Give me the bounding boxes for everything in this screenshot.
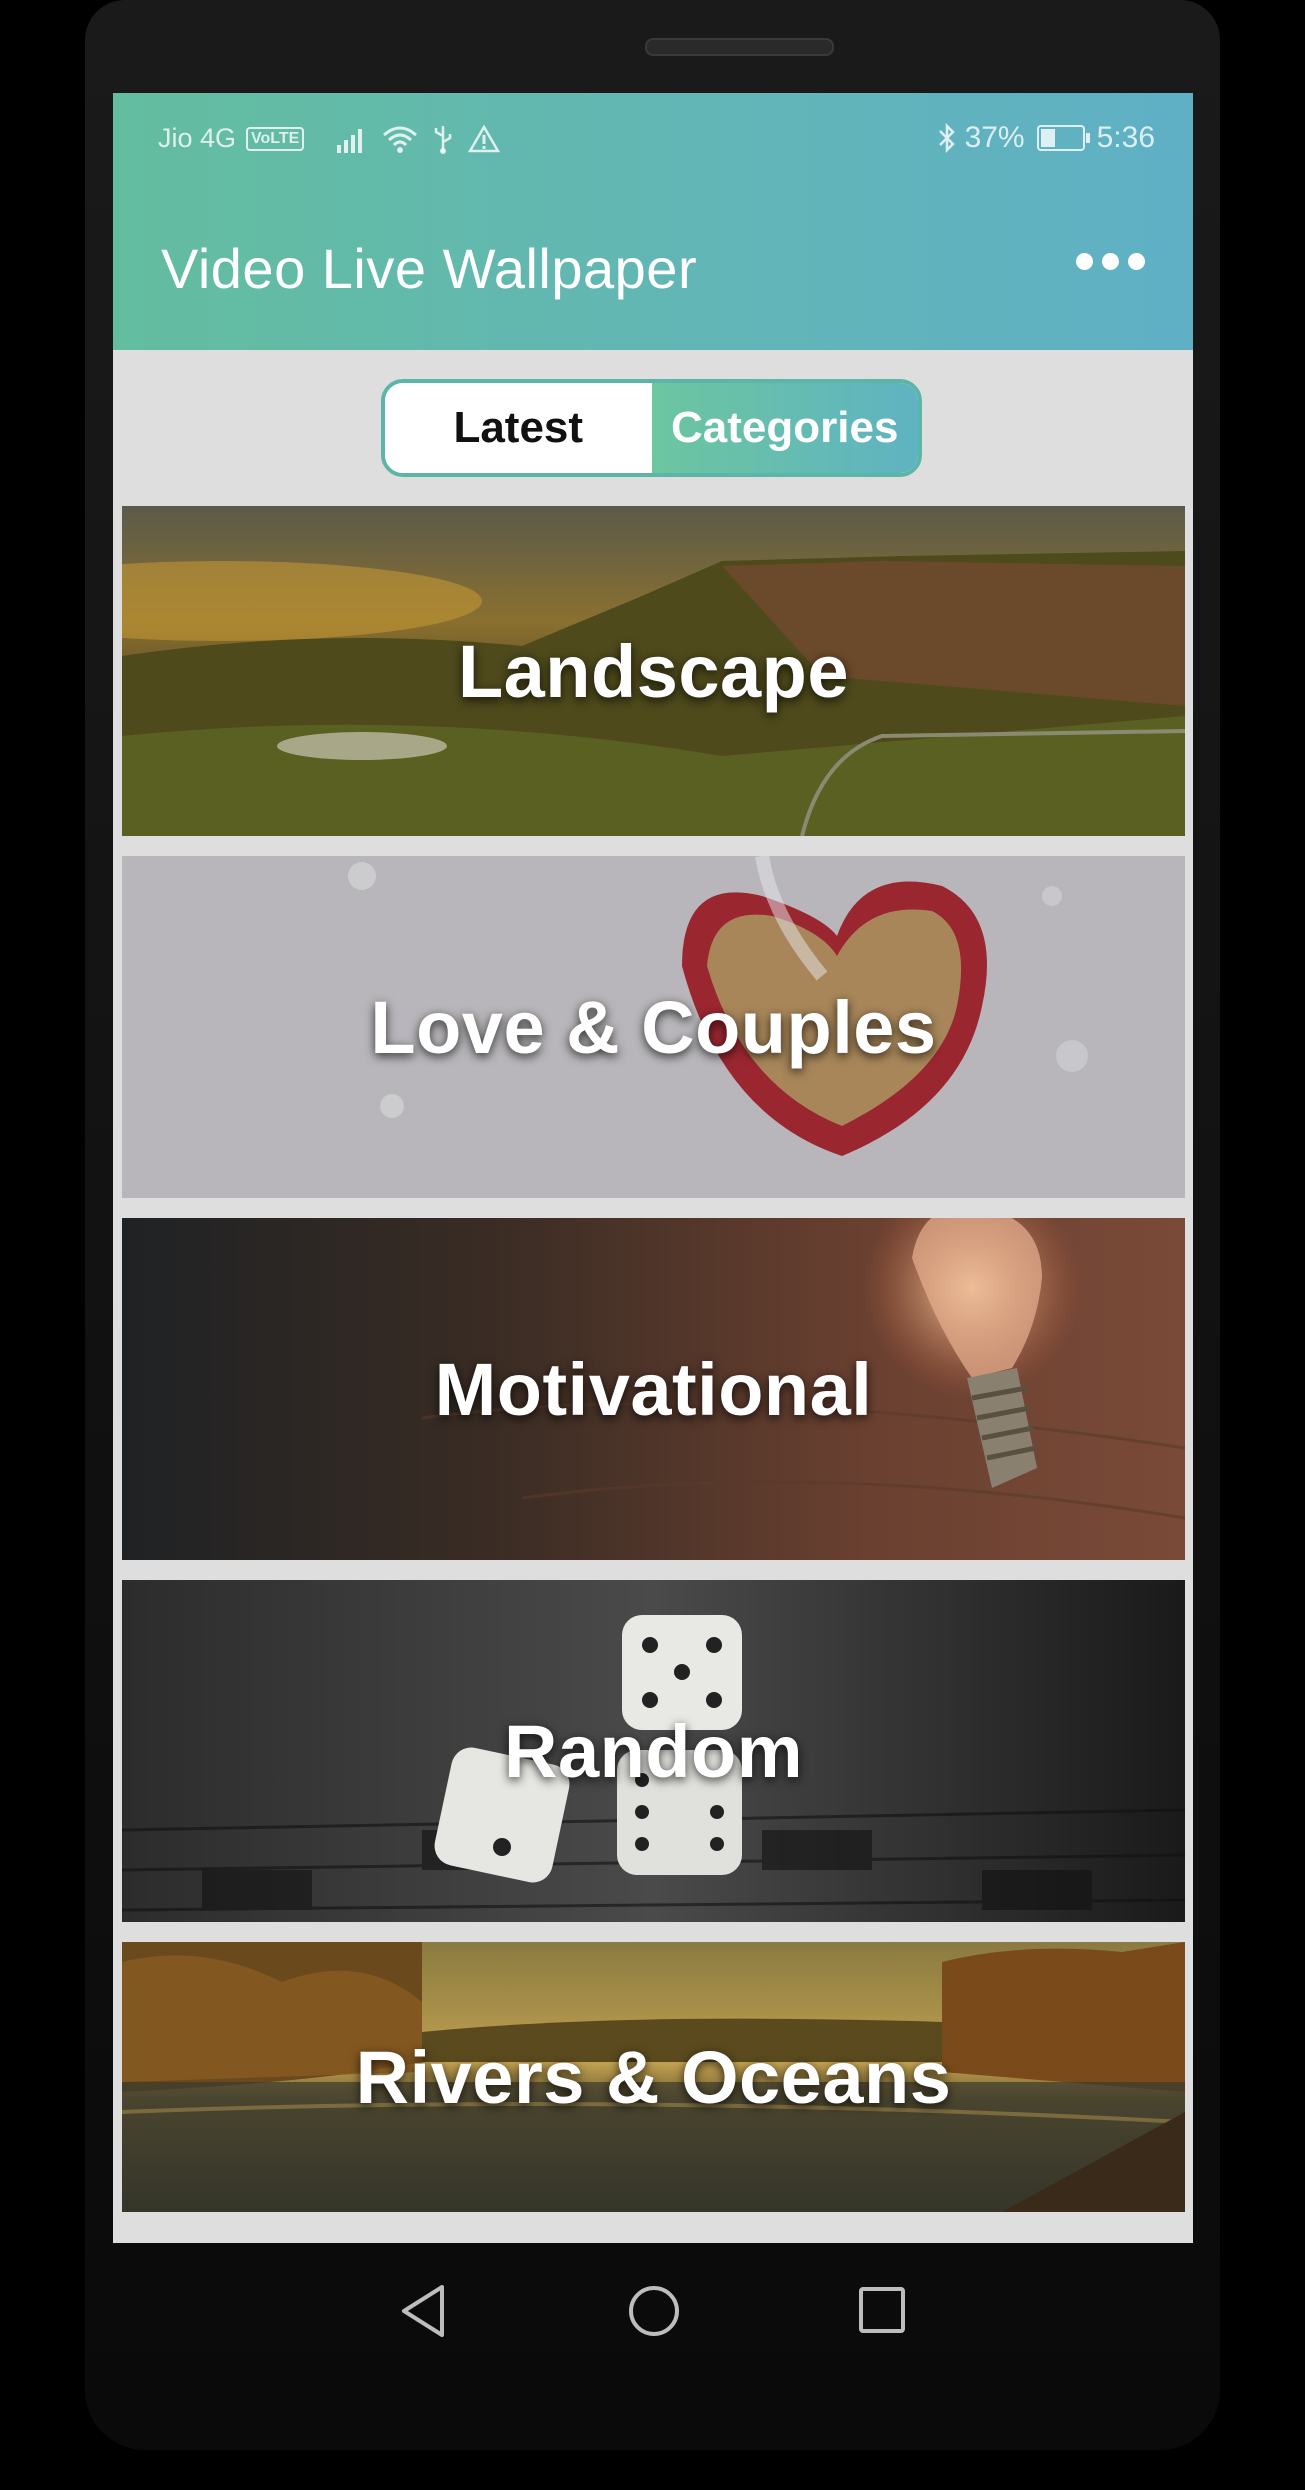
app-screen: Jio 4G VoLTE 37% 5:36 Video Live Wallpap… [113, 93, 1193, 2243]
battery-percent: 37% [964, 121, 1025, 154]
tab-categories[interactable]: Categories [651, 383, 918, 473]
app-title: Video Live Wallpaper [161, 237, 698, 300]
category-card-love-couples[interactable]: Love & Couples [122, 856, 1185, 1198]
system-navigation-bar [0, 2245, 1305, 2385]
category-label: Random [504, 1709, 803, 1793]
warning-icon [468, 124, 501, 152]
carrier-label: Jio 4G [158, 123, 237, 153]
back-triangle-icon[interactable] [398, 2283, 448, 2339]
tab-switcher: Latest Categories [381, 379, 922, 477]
earpiece-speaker [645, 38, 834, 56]
battery-level-fill [1040, 129, 1056, 147]
battery-icon [1036, 125, 1090, 151]
category-card-rivers-oceans[interactable]: Rivers & Oceans [122, 1942, 1185, 2212]
tab-latest[interactable]: Latest [385, 383, 652, 473]
volte-badge: VoLTE [246, 126, 305, 151]
category-label: Motivational [434, 1347, 873, 1431]
recents-square-icon[interactable] [857, 2285, 907, 2335]
category-card-landscape[interactable]: Landscape [122, 506, 1185, 836]
status-bar: Jio 4G VoLTE 37% 5:36 [113, 93, 1193, 185]
category-label: Rivers & Oceans [355, 2035, 952, 2119]
category-label: Landscape [457, 629, 850, 713]
wifi-icon [383, 126, 418, 153]
bluetooth-icon [938, 123, 955, 153]
more-options-icon[interactable] [1076, 253, 1145, 270]
usb-icon [435, 125, 452, 154]
signal-icon [337, 128, 363, 153]
category-label: Love & Couples [370, 985, 937, 1069]
home-circle-icon[interactable] [626, 2283, 682, 2339]
category-card-motivational[interactable]: Motivational [122, 1218, 1185, 1560]
app-bar: Jio 4G VoLTE 37% 5:36 Video Live Wallpap… [113, 93, 1193, 350]
clock: 5:36 [1096, 121, 1155, 154]
category-card-random[interactable]: Random [122, 1580, 1185, 1922]
